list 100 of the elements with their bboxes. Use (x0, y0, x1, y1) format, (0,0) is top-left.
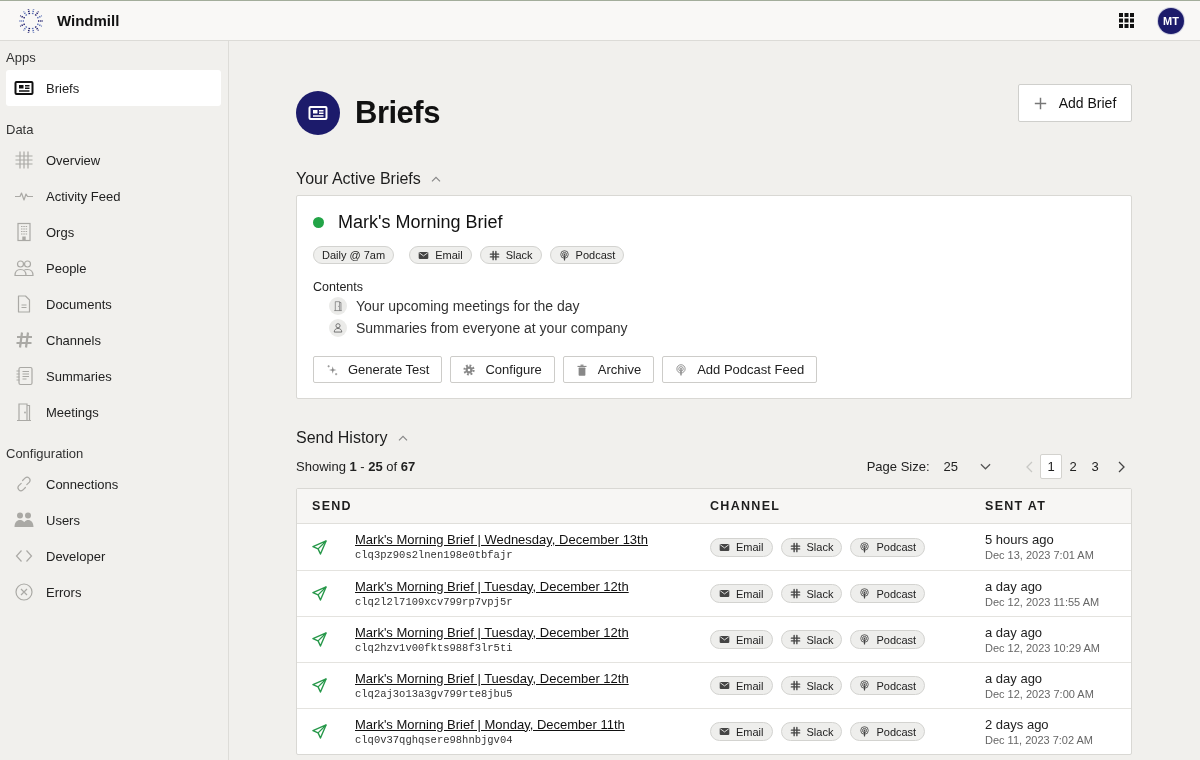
sent-relative-time: 5 hours ago (985, 531, 1054, 548)
action-button[interactable]: Configure (450, 356, 555, 383)
paper-plane-icon (312, 632, 327, 647)
users-icon (14, 510, 34, 530)
sidebar-item[interactable]: Orgs (6, 214, 221, 250)
schedule-tag: Daily @ 7am (313, 246, 395, 264)
door-icon (329, 297, 347, 315)
channel-tag: Email (409, 246, 472, 264)
newspaper-icon (14, 78, 34, 98)
send-title-link[interactable]: Mark's Morning Brief | Wednesday, December 13th (355, 532, 648, 548)
hash-icon (789, 588, 801, 599)
channel-tag: Email (710, 722, 773, 741)
channel-tag: Email (710, 584, 773, 603)
page-button[interactable]: 1 (1040, 454, 1062, 479)
paper-plane-icon (312, 539, 327, 555)
section-heading: Your Active Briefs (296, 170, 421, 188)
user-avatar[interactable]: MT (1158, 7, 1184, 34)
paper-plane-icon (312, 724, 327, 739)
door-icon (14, 402, 34, 422)
podcast-icon (859, 726, 871, 737)
channel-tag: Slack (780, 676, 843, 695)
brief-name: Mark's Morning Brief (338, 211, 503, 234)
envelope-icon (719, 634, 730, 645)
column-header: SENT AT (985, 499, 1048, 513)
result-count: Showing 1 - 25 of 67 (296, 459, 416, 474)
chevron-right-icon (1117, 460, 1125, 473)
channel-tag: Slack (780, 722, 843, 741)
link-icon (14, 474, 34, 494)
hash-icon (488, 249, 500, 261)
action-button[interactable]: Generate Test (313, 356, 443, 383)
caret-icon[interactable] (430, 176, 441, 182)
sidebar-item[interactable]: Activity Feed (6, 178, 221, 214)
sparkle-icon (326, 363, 338, 376)
send-id: clq3pz90s2lnen198e0tbfajr (355, 548, 513, 562)
notebook-icon (14, 366, 34, 386)
podcast-icon (675, 363, 688, 376)
logo-icon (18, 7, 44, 34)
sidebar-item[interactable]: Developer (6, 538, 221, 574)
page-button[interactable]: 3 (1084, 454, 1106, 479)
channel-tag: Slack (780, 584, 843, 603)
sidebar-item[interactable]: Documents (6, 286, 221, 322)
send-id: clq2aj3o13a3gv799rte8jbu5 (355, 686, 513, 701)
podcast-icon (859, 634, 871, 645)
content-item: Summaries from everyone at your company (356, 320, 628, 336)
channel-tag: Slack (780, 630, 843, 649)
podcast-icon (859, 680, 871, 691)
send-title-link[interactable]: Mark's Morning Brief | Monday, December 11th (355, 716, 625, 733)
sidebar-item[interactable]: Channels (6, 322, 221, 358)
page-size-label: Page Size: (866, 459, 930, 474)
envelope-icon (719, 680, 730, 691)
page-size-select[interactable]: 25 (943, 457, 991, 476)
sent-relative-time: a day ago (985, 577, 1043, 595)
action-button[interactable]: Archive (562, 356, 655, 383)
send-title-link[interactable]: Mark's Morning Brief | Tuesday, December 12th (355, 578, 629, 595)
sidebar-item[interactable]: Summaries (6, 358, 221, 394)
send-title-link[interactable]: Mark's Morning Brief | Tuesday, December 12th (355, 670, 629, 687)
caret-icon[interactable] (397, 435, 408, 441)
sidebar-item[interactable]: People (6, 250, 221, 286)
sidebar-item[interactable]: Users (6, 502, 221, 538)
sent-timestamp: Dec 12, 2023 10:29 AM (985, 640, 1100, 656)
sidebar-item[interactable]: Briefs (6, 70, 221, 106)
grid-icon (14, 150, 34, 170)
page-title: Briefs (355, 94, 440, 132)
sent-relative-time: a day ago (985, 669, 1043, 687)
envelope-icon (418, 249, 430, 261)
sidebar-section-title: Configuration (6, 446, 85, 462)
podcast-icon (859, 541, 871, 553)
sent-timestamp: Dec 11, 2023 7:02 AM (985, 732, 1094, 748)
action-button[interactable]: Add Podcast Feed (662, 356, 818, 383)
sidebar-item[interactable]: Meetings (6, 394, 221, 430)
channel-tag: Podcast (850, 630, 926, 649)
x-circle-icon (14, 582, 34, 602)
hash-icon (789, 726, 801, 737)
contents-label: Contents (313, 279, 365, 295)
sent-timestamp: Dec 12, 2023 11:55 AM (985, 594, 1100, 610)
send-title-link[interactable]: Mark's Morning Brief | Tuesday, December 12th (355, 624, 629, 641)
section-heading: Send History (296, 429, 388, 447)
apps-grid-icon[interactable] (1119, 13, 1134, 28)
channel-tag: Email (710, 630, 773, 649)
sidebar-item[interactable]: Overview (6, 142, 221, 178)
paper-plane-icon (312, 586, 327, 601)
hash-icon (14, 330, 34, 350)
channel-tag: Podcast (850, 584, 926, 603)
sent-relative-time: 2 days ago (985, 715, 1049, 733)
hash-icon (789, 680, 801, 691)
gear-icon (463, 363, 476, 376)
sidebar-section-title: Data (6, 122, 35, 138)
paper-plane-icon (312, 678, 327, 693)
sidebar-item[interactable]: Errors (6, 574, 221, 610)
person-icon (329, 319, 347, 337)
hash-icon (789, 634, 801, 645)
app-name: Windmill (57, 12, 120, 29)
trash-icon (575, 363, 588, 376)
page-button[interactable]: 2 (1062, 454, 1084, 479)
sent-timestamp: Dec 13, 2023 7:01 AM (985, 548, 1094, 563)
sidebar-item[interactable]: Connections (6, 466, 221, 502)
send-id: clq2l2l7109xcv799rp7vpj5r (355, 594, 513, 609)
add-brief-button[interactable]: Add Brief (1018, 84, 1132, 122)
envelope-icon (719, 541, 730, 553)
hash-icon (789, 541, 801, 553)
